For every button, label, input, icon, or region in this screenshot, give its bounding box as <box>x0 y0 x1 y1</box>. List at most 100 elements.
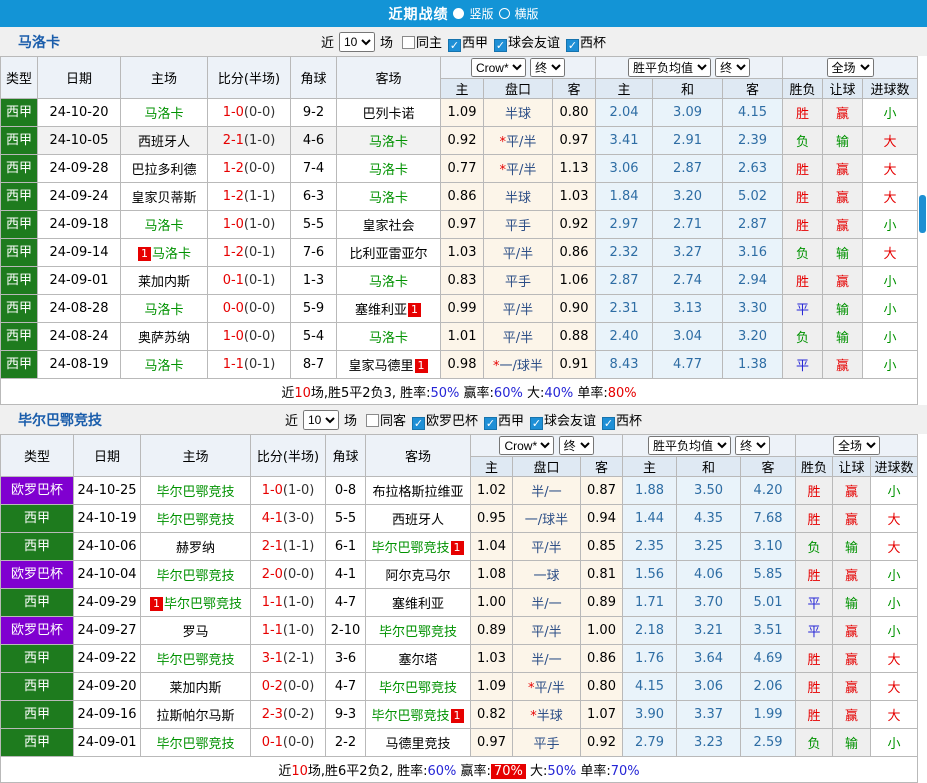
scrollbar-thumb[interactable] <box>919 195 926 233</box>
team-name-bilbao[interactable]: 毕尔巴鄂竞技 <box>18 410 102 430</box>
wdl-result-cell: 胜 <box>795 476 834 505</box>
fulltime-score: 4-1 <box>261 511 283 526</box>
team-link[interactable]: 马洛卡 <box>144 303 183 318</box>
checkbox-同主[interactable] <box>401 35 415 49</box>
avg-stage-select[interactable]: 终 <box>715 58 751 77</box>
team-link[interactable]: 莱加内斯 <box>169 681 221 696</box>
col-wdl: 胜负 <box>782 78 824 99</box>
league-cell: 西甲 <box>0 350 38 379</box>
col-home: 主场 <box>120 56 208 99</box>
team-link[interactable]: 毕尔巴鄂竞技 <box>371 709 449 724</box>
checkbox-西甲[interactable]: ✓ <box>484 416 497 430</box>
layout-horizontal-radio[interactable] <box>498 8 510 19</box>
team-link[interactable]: 马洛卡 <box>144 219 183 234</box>
avg-stage-select[interactable]: 终 <box>735 436 771 455</box>
odds-stage-select[interactable]: 终 <box>558 436 594 455</box>
checkbox-label[interactable]: 球会友谊 <box>544 414 596 429</box>
fulltime-score: 1-1 <box>261 595 283 610</box>
team-link[interactable]: 巴拉多利德 <box>131 163 196 178</box>
team-link[interactable]: 马洛卡 <box>369 135 408 150</box>
checkbox-label[interactable]: 同主 <box>416 36 442 51</box>
team-link[interactable]: 毕尔巴鄂竞技 <box>371 541 449 556</box>
team-link[interactable]: 马洛卡 <box>152 247 191 262</box>
team-link[interactable]: 巴列卡诺 <box>362 107 414 122</box>
table-row: 西甲 24-09-01 毕尔巴鄂竞技 0-1(0-0) 2-2 马德里竞技 0.97 平手 0.… <box>0 728 919 757</box>
league-badge: 西甲 <box>1 155 37 182</box>
checkbox-球会友谊[interactable]: ✓ <box>494 38 508 52</box>
table-row: 西甲 24-09-16 拉斯帕尔马斯 2-3(0-2) 9-3 毕尔巴鄂竞技 1 0.82 *半… <box>0 700 919 729</box>
checkbox-label[interactable]: 同客 <box>380 414 406 429</box>
team-link[interactable]: 布拉格斯拉维亚 <box>372 485 463 500</box>
team-link[interactable]: 毕尔巴鄂竞技 <box>164 597 242 612</box>
team-link[interactable]: 马洛卡 <box>369 163 408 178</box>
checkbox-label[interactable]: 西杯 <box>580 36 606 51</box>
team-link[interactable]: 毕尔巴鄂竞技 <box>379 681 457 696</box>
team-link[interactable]: 皇家社会 <box>362 219 414 234</box>
team-link[interactable]: 赫罗纳 <box>176 541 215 556</box>
team-link[interactable]: 毕尔巴鄂竞技 <box>156 653 234 668</box>
fulltime-score: 1-0 <box>222 217 244 232</box>
avg-home-cell: 2.32 <box>595 238 654 267</box>
team-link[interactable]: 莱加内斯 <box>138 275 190 290</box>
odds-stage-select[interactable]: 终 <box>530 58 566 77</box>
checkbox-label[interactable]: 西甲 <box>462 36 488 51</box>
team-link[interactable]: 马洛卡 <box>144 359 183 374</box>
layout-vertical-label[interactable]: 竖版 <box>469 5 493 22</box>
odds-company-select[interactable]: Crow* <box>499 436 555 455</box>
team-link[interactable]: 毕尔巴鄂竞技 <box>156 737 234 752</box>
handicap-text: 半/一 <box>531 485 562 500</box>
team-link[interactable]: 马德里竞技 <box>385 737 450 752</box>
fulltime-select[interactable]: 全场 <box>833 436 881 455</box>
checkbox-球会友谊[interactable]: ✓ <box>530 416 544 430</box>
match-count-select[interactable]: 10 <box>302 409 339 430</box>
red-1-badge: 1 <box>450 709 464 723</box>
team-link[interactable]: 拉斯帕尔马斯 <box>156 709 234 724</box>
league-badge: 西甲 <box>1 183 37 210</box>
layout-vertical-radio[interactable] <box>453 8 465 19</box>
checkbox-西杯[interactable]: ✓ <box>566 38 580 52</box>
halftime-score: (1-0) <box>282 623 315 638</box>
team-link[interactable]: 毕尔巴鄂竞技 <box>156 513 234 528</box>
team-link[interactable]: 西班牙人 <box>138 135 190 150</box>
checkbox-label[interactable]: 欧罗巴杯 <box>426 414 478 429</box>
team-link[interactable]: 皇家贝蒂斯 <box>131 191 196 206</box>
home-odds-cell: 1.03 <box>440 238 484 267</box>
avg-odds-select[interactable]: 胜平负均值 <box>627 58 711 77</box>
handicap-cell: 平/半 <box>483 322 553 351</box>
checkbox-label[interactable]: 西杯 <box>616 414 642 429</box>
home-odds-cell: 0.97 <box>470 728 513 757</box>
team-link[interactable]: 毕尔巴鄂竞技 <box>156 485 234 500</box>
team-link[interactable]: 阿尔克马尔 <box>385 569 450 584</box>
col-corner: 角球 <box>325 434 366 477</box>
checkbox-欧罗巴杯[interactable]: ✓ <box>411 416 425 430</box>
odds-company-select[interactable]: Crow* <box>470 58 526 77</box>
match-count-select[interactable]: 10 <box>338 31 375 52</box>
team-link[interactable]: 马洛卡 <box>369 191 408 206</box>
team-link[interactable]: 西班牙人 <box>392 513 444 528</box>
checkbox-label[interactable]: 西甲 <box>498 414 524 429</box>
league-cell: 西甲 <box>0 154 38 183</box>
checkbox-同客[interactable] <box>365 413 379 427</box>
checkbox-西甲[interactable]: ✓ <box>448 38 461 52</box>
avg-odds-select[interactable]: 胜平负均值 <box>647 436 731 455</box>
team-link[interactable]: 奥萨苏纳 <box>138 331 190 346</box>
team-link[interactable]: 比利亚雷亚尔 <box>349 247 427 262</box>
team-link[interactable]: 毕尔巴鄂竞技 <box>379 625 457 640</box>
team-link[interactable]: 塞维利亚 <box>355 303 407 318</box>
layout-horizontal-label[interactable]: 横版 <box>515 5 539 22</box>
team-link[interactable]: 毕尔巴鄂竞技 <box>156 569 234 584</box>
team-link[interactable]: 马洛卡 <box>369 275 408 290</box>
team-link[interactable]: 罗马 <box>182 625 208 640</box>
team-link[interactable]: 马洛卡 <box>369 331 408 346</box>
checkbox-label[interactable]: 球会友谊 <box>508 36 560 51</box>
team-link[interactable]: 塞尔塔 <box>398 653 437 668</box>
team-link[interactable]: 马洛卡 <box>144 107 183 122</box>
team-link[interactable]: 皇家马德里 <box>348 359 413 374</box>
team-link[interactable]: 塞维利亚 <box>392 597 444 612</box>
goals-result-cell: 大 <box>870 700 919 729</box>
fulltime-select[interactable]: 全场 <box>826 58 874 77</box>
score-cell: 0-1(0-1) <box>207 266 291 295</box>
checkbox-西杯[interactable]: ✓ <box>602 416 616 430</box>
team-name-mallorca[interactable]: 马洛卡 <box>18 32 60 52</box>
handicap-result-cell: 输 <box>832 728 872 757</box>
